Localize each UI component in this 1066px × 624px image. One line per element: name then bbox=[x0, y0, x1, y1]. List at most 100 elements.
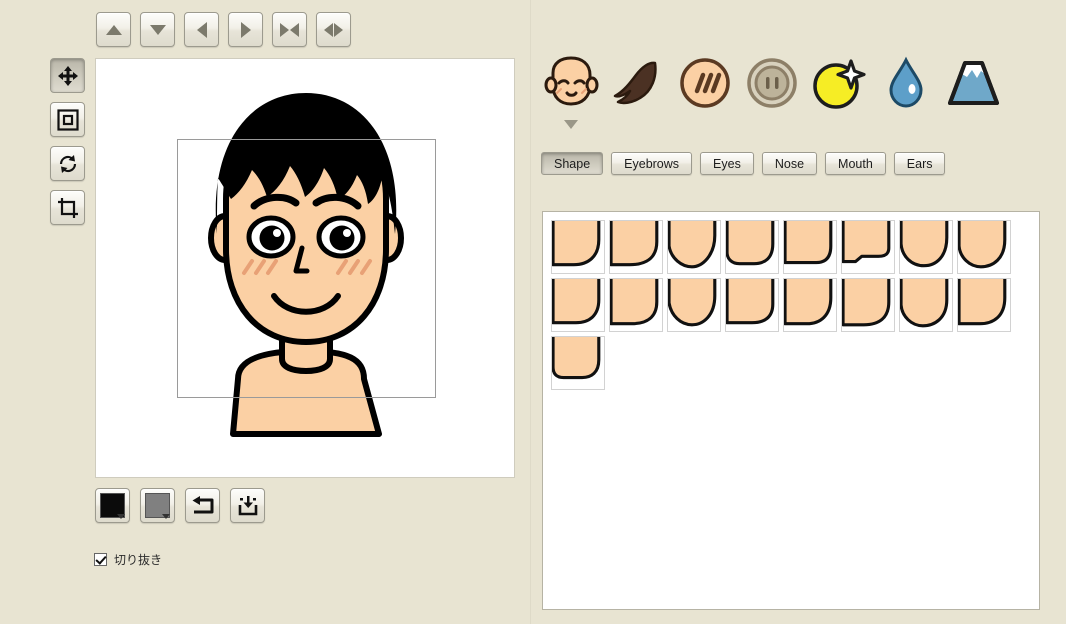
move-left-button[interactable] bbox=[184, 12, 219, 47]
avatar-canvas[interactable] bbox=[95, 58, 515, 478]
hair-icon bbox=[613, 61, 657, 105]
face-shape-option[interactable] bbox=[957, 278, 1011, 332]
face-shape-option[interactable] bbox=[725, 220, 779, 274]
face-shape-preview bbox=[784, 279, 833, 326]
crop-checkbox[interactable] bbox=[94, 553, 107, 566]
face-shape-option[interactable] bbox=[957, 220, 1011, 274]
face-shape-preview bbox=[900, 221, 949, 268]
face-shape-preview bbox=[552, 221, 601, 267]
crop-icon bbox=[57, 197, 78, 218]
tool-move[interactable] bbox=[50, 58, 85, 93]
tab-label: Mouth bbox=[838, 156, 873, 171]
mountain-icon bbox=[948, 61, 999, 105]
face-shape-option[interactable] bbox=[667, 220, 721, 274]
tab-eyebrows[interactable]: Eyebrows bbox=[611, 152, 693, 175]
option-thumbnail-grid bbox=[551, 220, 1031, 390]
canvas-bottom-controls bbox=[95, 488, 265, 523]
face-shape-option[interactable] bbox=[899, 220, 953, 274]
reset-button[interactable] bbox=[185, 488, 220, 523]
fill-color-swatch[interactable] bbox=[140, 488, 175, 523]
cheeks-icon bbox=[680, 58, 730, 108]
nested-square-icon bbox=[56, 108, 79, 131]
face-shape-option[interactable] bbox=[551, 278, 605, 332]
triangle-right-icon bbox=[240, 21, 251, 38]
face-shape-preview bbox=[726, 279, 775, 325]
category-face[interactable] bbox=[543, 55, 600, 112]
face-shape-option[interactable] bbox=[841, 278, 895, 332]
face-shape-preview bbox=[610, 221, 659, 267]
chevron-down-icon bbox=[117, 514, 125, 519]
option-thumbnail-panel bbox=[542, 211, 1040, 610]
face-shape-option[interactable] bbox=[783, 220, 837, 274]
chevron-down-icon bbox=[162, 514, 170, 519]
face-shape-preview bbox=[610, 279, 659, 326]
face-shape-preview bbox=[552, 279, 601, 325]
crop-checkbox-label: 切り抜き bbox=[114, 553, 163, 567]
tab-label: Eyebrows bbox=[624, 156, 680, 171]
category-moon[interactable] bbox=[811, 55, 868, 112]
face-shape-preview bbox=[958, 279, 1007, 326]
tab-nose[interactable]: Nose bbox=[761, 152, 818, 175]
panel-divider bbox=[530, 0, 531, 624]
arrows-inward-icon bbox=[280, 22, 299, 37]
face-shape-option[interactable] bbox=[783, 278, 837, 332]
face-shape-preview bbox=[842, 221, 891, 264]
tool-scale[interactable] bbox=[50, 102, 85, 137]
face-shape-option[interactable] bbox=[899, 278, 953, 332]
tab-ears[interactable]: Ears bbox=[893, 152, 946, 175]
face-shape-option[interactable] bbox=[725, 278, 779, 332]
category-icon-row bbox=[543, 55, 1002, 112]
tool-crop[interactable] bbox=[50, 190, 85, 225]
top-toolbar bbox=[96, 12, 351, 47]
tab-label: Eyes bbox=[713, 156, 741, 171]
expand-width-button[interactable] bbox=[316, 12, 351, 47]
category-mountain[interactable] bbox=[945, 55, 1002, 112]
face-shape-option[interactable] bbox=[551, 336, 605, 390]
category-cheeks[interactable] bbox=[677, 55, 734, 112]
tab-mouth[interactable]: Mouth bbox=[825, 152, 886, 175]
face-shape-option[interactable] bbox=[667, 278, 721, 332]
category-buttons[interactable] bbox=[744, 55, 801, 112]
rotate-arrows-icon bbox=[59, 154, 76, 173]
selected-category-caret-icon bbox=[564, 120, 578, 129]
button-icon bbox=[747, 58, 797, 108]
move-up-button[interactable] bbox=[96, 12, 131, 47]
triangle-up-icon bbox=[105, 24, 122, 35]
crop-option-row[interactable]: 切り抜き bbox=[94, 551, 162, 568]
tab-shape[interactable]: Shape bbox=[541, 152, 604, 175]
baby-face-icon bbox=[544, 56, 599, 106]
shrink-width-button[interactable] bbox=[272, 12, 307, 47]
tab-label: Ears bbox=[906, 156, 933, 171]
face-shape-preview bbox=[784, 221, 833, 265]
face-shape-preview bbox=[668, 279, 717, 327]
face-shape-preview bbox=[552, 337, 601, 380]
face-shape-preview bbox=[726, 221, 775, 266]
category-drop[interactable] bbox=[878, 55, 935, 112]
tool-rotate[interactable] bbox=[50, 146, 85, 181]
face-shape-preview bbox=[668, 221, 717, 269]
triangle-down-icon bbox=[149, 24, 166, 35]
save-download-icon bbox=[238, 495, 257, 515]
face-shape-option[interactable] bbox=[609, 220, 663, 274]
water-drop-icon bbox=[889, 56, 923, 108]
move-right-button[interactable] bbox=[228, 12, 263, 47]
feature-tab-row: Shape Eyebrows Eyes Nose Mouth Ears bbox=[541, 152, 946, 175]
moon-sparkle-icon bbox=[813, 59, 866, 109]
left-tool-column bbox=[50, 58, 85, 225]
face-shape-option[interactable] bbox=[551, 220, 605, 274]
triangle-left-icon bbox=[196, 21, 207, 38]
face-shape-preview bbox=[900, 279, 949, 328]
move-arrows-icon bbox=[57, 65, 78, 86]
line-color-swatch[interactable] bbox=[95, 488, 130, 523]
category-hair[interactable] bbox=[610, 55, 667, 112]
move-down-button[interactable] bbox=[140, 12, 175, 47]
face-shape-option[interactable] bbox=[609, 278, 663, 332]
tab-eyes[interactable]: Eyes bbox=[700, 152, 754, 175]
face-shape-preview bbox=[842, 279, 891, 327]
avatar-illustration bbox=[208, 93, 404, 437]
face-shape-option[interactable] bbox=[841, 220, 895, 274]
save-button[interactable] bbox=[230, 488, 265, 523]
tab-label: Shape bbox=[554, 156, 591, 171]
arrows-outward-icon bbox=[324, 22, 343, 37]
face-shape-preview bbox=[958, 221, 1007, 269]
